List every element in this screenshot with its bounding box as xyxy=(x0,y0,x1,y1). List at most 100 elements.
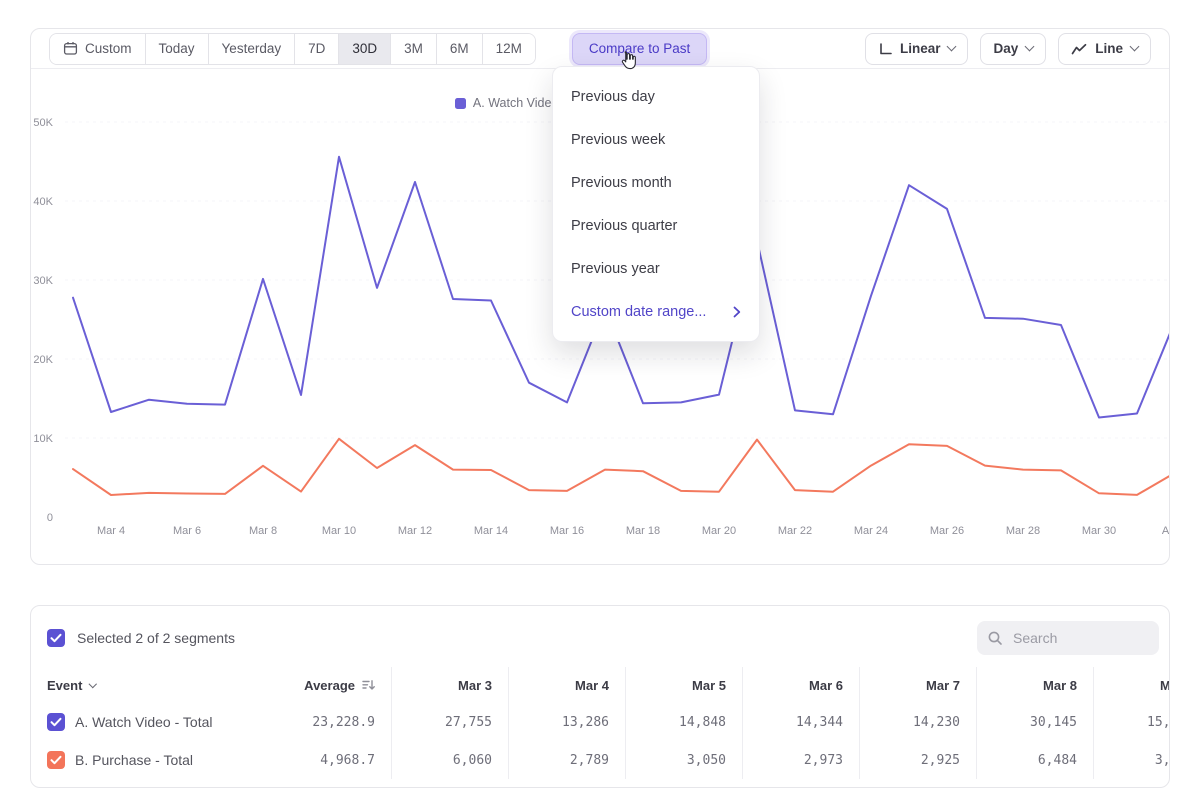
value-cell: 27,755 xyxy=(391,703,508,741)
value-cell: 14,848 xyxy=(625,703,742,741)
custom-date-range-label: Custom date range... xyxy=(571,304,706,320)
svg-text:Mar 4: Mar 4 xyxy=(97,525,125,537)
chevron-down-icon xyxy=(89,680,97,688)
event-column-header[interactable]: Event xyxy=(31,678,266,693)
search-icon xyxy=(987,630,1003,646)
menu-item-previous-month[interactable]: Previous month xyxy=(553,161,759,204)
svg-text:Mar 28: Mar 28 xyxy=(1006,525,1040,537)
svg-text:0: 0 xyxy=(47,512,53,524)
table-row: A. Watch Video - Total 23,228.9 27,755 1… xyxy=(31,703,1169,741)
range-button-30d[interactable]: 30D xyxy=(338,34,390,64)
range-button-3m[interactable]: 3M xyxy=(390,34,436,64)
date-column-header[interactable]: Mar 4 xyxy=(508,667,625,703)
range-button-6m[interactable]: 6M xyxy=(436,34,482,64)
menu-item-previous-day[interactable]: Previous day xyxy=(553,75,759,118)
svg-text:Mar 12: Mar 12 xyxy=(398,525,432,537)
svg-text:Apr 1: Apr 1 xyxy=(1162,525,1169,537)
chevron-down-icon xyxy=(1130,42,1140,52)
check-icon xyxy=(50,633,62,643)
menu-item-previous-quarter[interactable]: Previous quarter xyxy=(553,204,759,247)
value-cell: 3,050 xyxy=(625,741,742,779)
event-cell: A. Watch Video - Total xyxy=(31,713,266,731)
svg-text:Mar 16: Mar 16 xyxy=(550,525,584,537)
check-icon xyxy=(50,755,62,765)
svg-text:Mar 24: Mar 24 xyxy=(854,525,888,537)
segments-panel-header: Selected 2 of 2 segments xyxy=(31,606,1169,663)
chevron-down-icon xyxy=(947,42,957,52)
svg-text:Mar 10: Mar 10 xyxy=(322,525,356,537)
svg-text:Mar 14: Mar 14 xyxy=(474,525,508,537)
chevron-right-icon xyxy=(733,306,741,318)
event-label: B. Purchase - Total xyxy=(75,752,193,768)
chart-type-dropdown[interactable]: Line xyxy=(1058,33,1151,65)
value-cell: 30,145 xyxy=(976,703,1093,741)
event-header-label: Event xyxy=(47,678,82,693)
interval-dropdown[interactable]: Day xyxy=(980,33,1046,65)
date-column-header[interactable]: Mar 3 xyxy=(391,667,508,703)
sort-descending-icon xyxy=(361,678,375,692)
value-cell: 6,484 xyxy=(976,741,1093,779)
range-button-12m[interactable]: 12M xyxy=(482,34,535,64)
date-column-header[interactable]: Mar 6 xyxy=(742,667,859,703)
line-chart-icon xyxy=(1071,43,1087,55)
row-checkbox[interactable] xyxy=(47,713,65,731)
date-column-header[interactable]: Mar 8 xyxy=(976,667,1093,703)
svg-text:Mar 20: Mar 20 xyxy=(702,525,736,537)
selected-count-label: Selected 2 of 2 segments xyxy=(77,630,235,646)
check-icon xyxy=(50,717,62,727)
series-a-swatch xyxy=(455,98,466,109)
value-cell: 2,973 xyxy=(742,741,859,779)
svg-text:10K: 10K xyxy=(33,433,53,445)
date-column-header[interactable]: Mar 9 xyxy=(1093,667,1170,703)
custom-range-label: Custom xyxy=(85,41,132,56)
compare-to-past-menu: Previous day Previous week Previous mont… xyxy=(552,66,760,342)
value-cell: 2,789 xyxy=(508,741,625,779)
date-column-header[interactable]: Mar 5 xyxy=(625,667,742,703)
segments-card: Selected 2 of 2 segments Event Average M… xyxy=(30,605,1170,788)
menu-item-previous-week[interactable]: Previous week xyxy=(553,118,759,161)
date-column-header[interactable]: Mar 7 xyxy=(859,667,976,703)
average-header-label: Average xyxy=(304,678,355,693)
value-cell: 3,219 xyxy=(1093,741,1170,779)
toolbar: Custom Today Yesterday 7D 30D 3M 6M 12M … xyxy=(31,29,1169,69)
svg-text:Mar 30: Mar 30 xyxy=(1082,525,1116,537)
svg-text:Mar 8: Mar 8 xyxy=(249,525,277,537)
scale-label: Linear xyxy=(900,41,941,56)
range-button-today[interactable]: Today xyxy=(145,34,208,64)
svg-text:Mar 26: Mar 26 xyxy=(930,525,964,537)
menu-item-custom-date-range[interactable]: Custom date range... xyxy=(553,290,759,333)
value-cell: 6,060 xyxy=(391,741,508,779)
table-header: Event Average Mar 3 Mar 4 Mar 5 Mar 6 Ma… xyxy=(31,667,1169,703)
svg-text:50K: 50K xyxy=(33,117,53,129)
compare-to-past-button[interactable]: Compare to Past xyxy=(572,33,707,65)
range-button-yesterday[interactable]: Yesterday xyxy=(208,34,295,64)
svg-text:Mar 18: Mar 18 xyxy=(626,525,660,537)
range-button-7d[interactable]: 7D xyxy=(294,34,338,64)
custom-range-button[interactable]: Custom xyxy=(50,34,145,64)
axis-icon xyxy=(878,42,892,56)
menu-item-previous-year[interactable]: Previous year xyxy=(553,247,759,290)
svg-text:Mar 6: Mar 6 xyxy=(173,525,201,537)
average-column-header[interactable]: Average xyxy=(266,678,391,693)
event-cell: B. Purchase - Total xyxy=(31,751,266,769)
row-checkbox[interactable] xyxy=(47,751,65,769)
event-label: A. Watch Video - Total xyxy=(75,714,212,730)
search-input[interactable] xyxy=(1011,629,1149,647)
interval-label: Day xyxy=(993,41,1018,56)
select-all-checkbox[interactable] xyxy=(47,629,65,647)
average-cell: 4,968.7 xyxy=(266,753,391,768)
svg-text:20K: 20K xyxy=(33,354,53,366)
date-range-control: Custom Today Yesterday 7D 30D 3M 6M 12M xyxy=(49,33,536,65)
calendar-icon xyxy=(63,41,78,56)
value-cell: 2,925 xyxy=(859,741,976,779)
value-cell: 13,286 xyxy=(508,703,625,741)
value-cell: 15,441 xyxy=(1093,703,1170,741)
svg-text:Mar 22: Mar 22 xyxy=(778,525,812,537)
chevron-down-icon xyxy=(1025,42,1035,52)
svg-text:30K: 30K xyxy=(33,275,53,287)
svg-text:40K: 40K xyxy=(33,196,53,208)
y-axis-scale-dropdown[interactable]: Linear xyxy=(865,33,969,65)
table-row: B. Purchase - Total 4,968.7 6,060 2,789 … xyxy=(31,741,1169,779)
search-box[interactable] xyxy=(977,621,1159,655)
value-cell: 14,344 xyxy=(742,703,859,741)
